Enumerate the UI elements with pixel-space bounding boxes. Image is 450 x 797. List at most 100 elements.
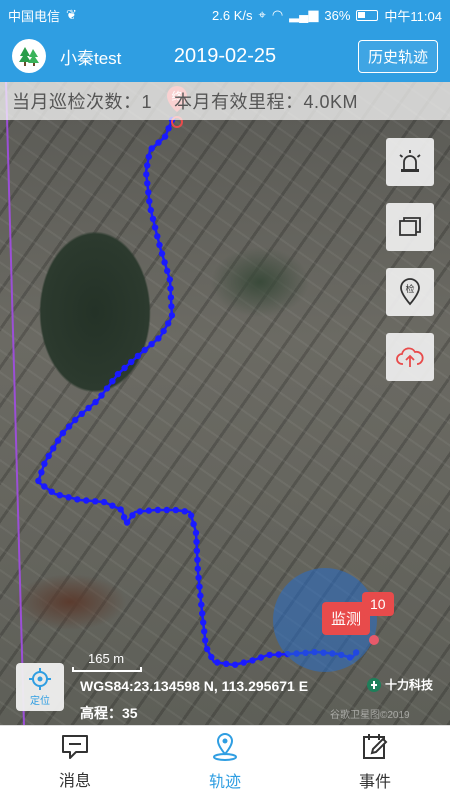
app-header: 小秦test 2019-02-25 历史轨迹 bbox=[0, 30, 450, 82]
track-point bbox=[192, 529, 200, 536]
brand-icon bbox=[367, 677, 381, 692]
track-point bbox=[54, 437, 62, 444]
track-point bbox=[164, 267, 171, 275]
tab-track-label: 轨迹 bbox=[208, 773, 241, 791]
track-point bbox=[38, 469, 45, 476]
track-point bbox=[165, 125, 172, 132]
track-point bbox=[154, 506, 161, 514]
track-point bbox=[109, 502, 116, 509]
track-point bbox=[109, 378, 116, 385]
track-point bbox=[161, 259, 168, 266]
track-point bbox=[208, 653, 215, 661]
track-point bbox=[158, 250, 166, 257]
altitude: 高程：35 bbox=[80, 705, 138, 721]
map-scale: 165 m bbox=[72, 651, 142, 672]
track-point bbox=[56, 492, 63, 499]
track-point bbox=[149, 215, 157, 222]
scale-bar bbox=[72, 667, 142, 672]
track-point bbox=[128, 358, 135, 366]
avatar[interactable] bbox=[12, 39, 46, 73]
track-point bbox=[147, 206, 154, 214]
cloud-upload-icon bbox=[396, 347, 424, 367]
track-point bbox=[231, 661, 239, 668]
track-point bbox=[92, 398, 99, 406]
track-point bbox=[223, 660, 230, 667]
tab-messages[interactable]: 消息 bbox=[0, 726, 150, 797]
track-point bbox=[156, 241, 163, 249]
alarm-button[interactable] bbox=[386, 138, 434, 186]
brand-logo: 十力科技 bbox=[366, 676, 433, 693]
monitor-point bbox=[369, 635, 379, 645]
track-point bbox=[129, 512, 136, 519]
battery-percent: 36% bbox=[324, 7, 351, 23]
signal-icon: ▂▄▆ bbox=[289, 7, 319, 22]
track-point bbox=[161, 133, 169, 140]
monthly-distance: 本月有效里程：4.0KM bbox=[174, 92, 359, 112]
coordinates: WGS84:23.134598 N, 113.295671 E bbox=[80, 678, 309, 694]
track-point bbox=[163, 506, 170, 514]
track-point bbox=[275, 651, 282, 658]
track-point bbox=[167, 294, 175, 301]
track-point bbox=[195, 574, 202, 581]
track-point bbox=[194, 565, 201, 572]
carrier-label: 中国电信 bbox=[8, 8, 61, 24]
track-point bbox=[141, 346, 148, 354]
track-point bbox=[143, 171, 150, 178]
scale-label: 165 m bbox=[88, 651, 125, 666]
track-point bbox=[257, 654, 265, 661]
track-point bbox=[148, 341, 155, 348]
tab-events-label: 事件 bbox=[358, 773, 391, 791]
track-point bbox=[190, 520, 197, 528]
track-point bbox=[134, 352, 142, 360]
track-point bbox=[136, 508, 144, 515]
track-point bbox=[203, 645, 211, 653]
user-name: 小秦test bbox=[60, 48, 122, 68]
track-point bbox=[117, 506, 124, 513]
network-speed: 2.6 K/s bbox=[212, 7, 253, 23]
track-point bbox=[144, 162, 151, 169]
track-point bbox=[98, 392, 105, 399]
track-point bbox=[172, 506, 179, 514]
track-point bbox=[41, 460, 48, 467]
layers-button[interactable] bbox=[386, 203, 434, 251]
track-point bbox=[187, 512, 195, 519]
history-track-button[interactable]: 历史轨迹 bbox=[357, 39, 438, 73]
track-point bbox=[266, 651, 273, 659]
inspection-pin-button[interactable]: 检 bbox=[386, 268, 434, 316]
track-point bbox=[201, 628, 208, 635]
track-point bbox=[83, 497, 90, 504]
track-point bbox=[123, 519, 131, 526]
track-point bbox=[214, 659, 221, 666]
track-point bbox=[165, 320, 172, 327]
tab-events[interactable]: 事件 bbox=[300, 726, 450, 797]
patrol-track: 终 bbox=[5, 82, 379, 725]
track-point bbox=[65, 423, 73, 430]
track-point bbox=[41, 483, 48, 490]
track-point bbox=[202, 637, 209, 644]
track-point bbox=[199, 610, 206, 617]
layers-icon bbox=[399, 217, 421, 236]
track-point bbox=[166, 276, 173, 283]
track-point bbox=[144, 180, 151, 187]
track-point bbox=[196, 583, 203, 590]
track-point bbox=[121, 364, 128, 372]
track-point bbox=[249, 657, 256, 664]
track-pin-icon bbox=[213, 732, 237, 761]
track-point bbox=[198, 601, 205, 608]
upload-button[interactable] bbox=[386, 333, 434, 381]
monthly-patrol-count: 当月巡检次数：1 bbox=[12, 92, 153, 112]
track-point bbox=[155, 335, 162, 342]
track-point bbox=[100, 498, 108, 506]
brand-name: 十力科技 bbox=[385, 678, 434, 692]
crosshair-icon bbox=[29, 668, 51, 690]
track-point bbox=[114, 370, 122, 378]
location-icon: ⌖ bbox=[258, 7, 266, 22]
satellite-map[interactable]: 终 当月巡检次数：1 本月有效里程：4.0KM 检 bbox=[0, 82, 450, 725]
track-point bbox=[181, 508, 188, 515]
track-point bbox=[103, 385, 111, 392]
track-point bbox=[145, 189, 152, 196]
alarm-light-icon bbox=[399, 150, 421, 172]
tab-track[interactable]: 轨迹 bbox=[150, 726, 300, 797]
locate-button[interactable]: 定位 bbox=[16, 663, 64, 711]
track-point bbox=[35, 477, 42, 484]
